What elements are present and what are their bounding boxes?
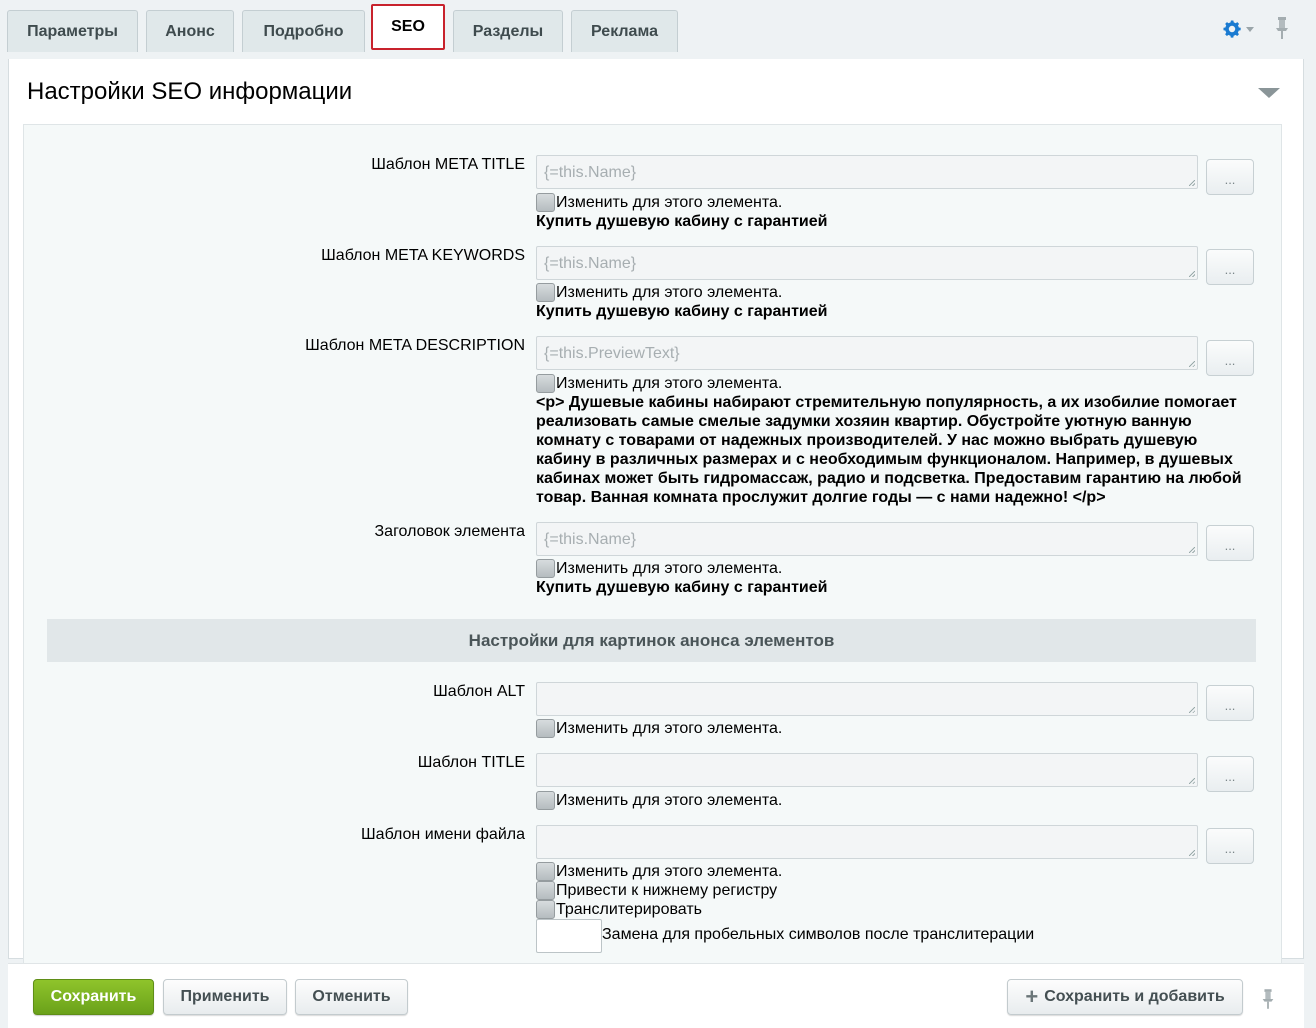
tab-seo[interactable]: SEO	[371, 4, 445, 50]
translit-checkbox[interactable]	[536, 900, 555, 919]
meta-title-input[interactable]: {=this.Name}	[536, 155, 1198, 189]
element-title-change-row: Изменить для этого элемента.	[536, 559, 782, 578]
img-title-label: Шаблон TITLE	[417, 754, 525, 771]
file-name-change-checkbox[interactable]	[536, 862, 555, 881]
img-title-change-checkbox[interactable]	[536, 791, 555, 810]
file-name-label: Шаблон имени файла	[361, 826, 525, 843]
element-title-input[interactable]: {=this.Name}	[536, 522, 1198, 556]
meta-keywords-dots-button[interactable]: ...	[1206, 249, 1254, 285]
alt-change-row: Изменить для этого элемента.	[536, 719, 782, 738]
tab-sections[interactable]: Разделы	[453, 10, 563, 52]
file-name-change-row: Изменить для этого элемента.	[536, 862, 782, 881]
file-name-change-label: Изменить для этого элемента.	[556, 862, 783, 880]
alt-label: Шаблон ALT	[433, 683, 525, 700]
chevron-down-icon[interactable]	[1246, 27, 1254, 32]
meta-keywords-input[interactable]: {=this.Name}	[536, 246, 1198, 280]
tab-detail[interactable]: Подробно	[242, 10, 365, 52]
collapse-triangle-icon[interactable]	[1258, 88, 1280, 98]
meta-keywords-change-label: Изменить для этого элемента.	[556, 283, 783, 301]
tab-params[interactable]: Параметры	[7, 10, 138, 52]
meta-description-change-checkbox[interactable]	[536, 374, 555, 393]
pin-icon[interactable]	[1273, 16, 1291, 40]
meta-keywords-change-checkbox[interactable]	[536, 283, 555, 302]
meta-title-value: Купить душевую кабину с гарантией	[536, 213, 828, 230]
meta-keywords-change-row: Изменить для этого элемента.	[536, 283, 782, 302]
img-title-change-label: Изменить для этого элемента.	[556, 791, 783, 809]
img-title-dots-button[interactable]: ...	[1206, 756, 1254, 792]
alt-change-label: Изменить для этого элемента.	[556, 719, 783, 737]
gear-icon[interactable]	[1221, 18, 1243, 40]
file-name-input[interactable]	[536, 825, 1198, 859]
meta-description-input[interactable]: {=this.PreviewText}	[536, 336, 1198, 370]
meta-description-label: Шаблон META DESCRIPTION	[305, 337, 525, 354]
meta-description-change-label: Изменить для этого элемента.	[556, 374, 783, 392]
element-title-change-checkbox[interactable]	[536, 559, 555, 578]
page-title: Настройки SEO информации	[27, 78, 353, 105]
lowercase-checkbox[interactable]	[536, 881, 555, 900]
element-title-label: Заголовок элемента	[374, 523, 526, 540]
lowercase-row: Привести к нижнему регистру	[536, 881, 777, 900]
file-name-dots-button[interactable]: ...	[1206, 828, 1254, 864]
alt-input[interactable]	[536, 682, 1198, 716]
element-title-value: Купить душевую кабину с гарантией	[536, 579, 828, 596]
element-title-change-label: Изменить для этого элемента.	[556, 559, 783, 577]
plus-icon: +	[1025, 984, 1039, 1009]
img-title-input[interactable]	[536, 753, 1198, 787]
cancel-button[interactable]: Отменить	[295, 979, 408, 1015]
alt-change-checkbox[interactable]	[536, 719, 555, 738]
meta-title-change-label: Изменить для этого элемента.	[556, 193, 783, 211]
meta-description-dots-button[interactable]: ...	[1206, 340, 1254, 376]
meta-keywords-label: Шаблон META KEYWORDS	[321, 247, 525, 264]
meta-title-change-checkbox[interactable]	[536, 193, 555, 212]
meta-keywords-value: Купить душевую кабину с гарантией	[536, 303, 828, 320]
section-header: Настройки для картинок анонса элементов	[47, 619, 1256, 662]
img-title-change-row: Изменить для этого элемента.	[536, 791, 782, 810]
save-button[interactable]: Сохранить	[33, 979, 154, 1015]
meta-description-change-row: Изменить для этого элемента.	[536, 374, 782, 393]
save-and-add-label: Сохранить и добавить	[1044, 988, 1225, 1005]
space-replace-input[interactable]	[536, 919, 602, 953]
tab-bar: Параметры Анонс Подробно SEO Разделы Рек…	[0, 0, 1316, 52]
meta-title-dots-button[interactable]: ...	[1206, 159, 1254, 195]
footer-pin-icon[interactable]	[1260, 988, 1276, 1010]
translit-row: Транслитерировать	[536, 900, 702, 919]
element-title-dots-button[interactable]: ...	[1206, 525, 1254, 561]
tab-ads[interactable]: Реклама	[571, 10, 678, 52]
apply-button[interactable]: Применить	[163, 979, 287, 1015]
save-and-add-button[interactable]: + Сохранить и добавить	[1007, 979, 1243, 1015]
translit-label: Транслитерировать	[556, 900, 702, 918]
alt-dots-button[interactable]: ...	[1206, 685, 1254, 721]
tab-announce[interactable]: Анонс	[146, 10, 234, 52]
space-replace-label: Замена для пробельных символов после тра…	[602, 926, 1035, 943]
lowercase-label: Привести к нижнему регистру	[556, 881, 778, 899]
meta-title-change-row: Изменить для этого элемента.	[536, 193, 782, 212]
meta-title-label: Шаблон META TITLE	[371, 156, 525, 173]
meta-description-value: <p> Душевые кабины набирают стремительну…	[536, 394, 1242, 506]
